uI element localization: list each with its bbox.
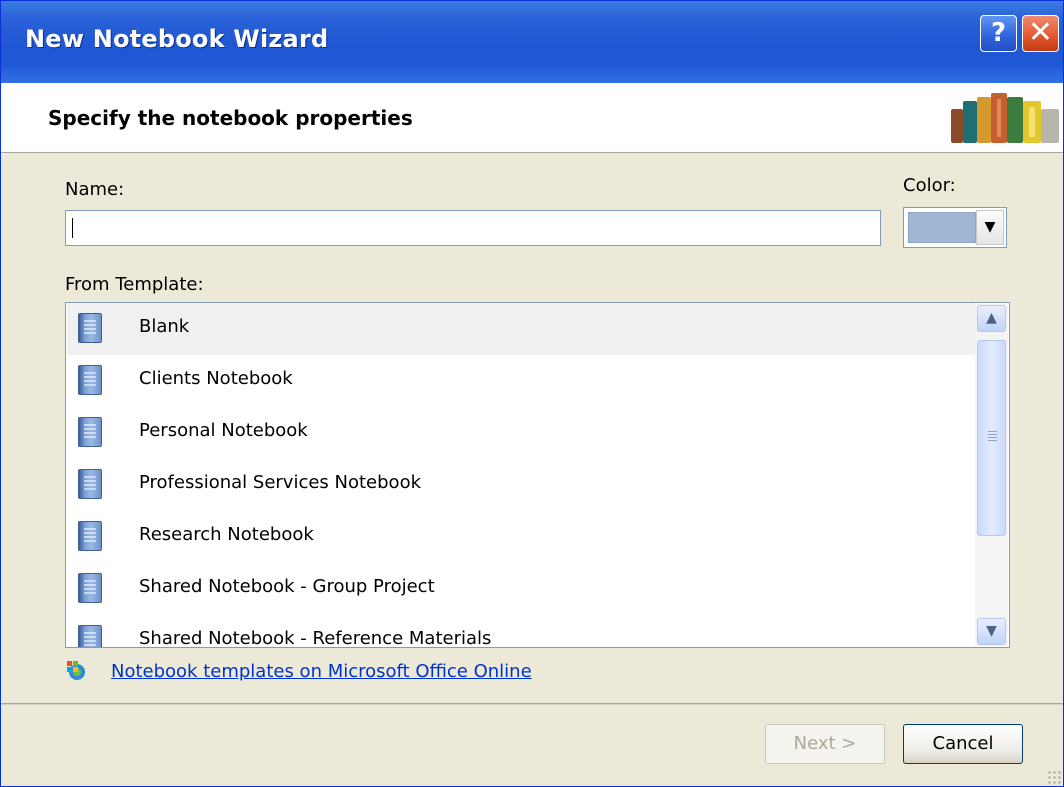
footer-separator [1, 703, 1063, 705]
new-notebook-wizard-window: New Notebook Wizard ? ✕ Specify the note… [0, 0, 1064, 787]
template-item-shared-reference[interactable]: Shared Notebook - Reference Materials [67, 615, 975, 648]
scroll-down-button[interactable]: ▼ [977, 618, 1006, 645]
notebook-icon [78, 417, 102, 447]
color-swatch [908, 212, 976, 243]
notebook-icon [78, 521, 102, 551]
template-list-scrollbar[interactable]: ▲ ▼ [975, 304, 1008, 646]
color-picker[interactable]: ▼ [903, 207, 1007, 248]
notebook-icon [78, 313, 102, 343]
scroll-grip-icon [988, 431, 997, 443]
template-item-label: Personal Notebook [139, 420, 308, 441]
template-item-professional-services[interactable]: Professional Services Notebook [67, 459, 975, 511]
notebook-icon [78, 573, 102, 603]
template-item-research[interactable]: Research Notebook [67, 511, 975, 563]
template-item-label: Clients Notebook [139, 368, 293, 389]
office-online-templates-link[interactable]: Notebook templates on Microsoft Office O… [111, 661, 532, 682]
name-label: Name: [65, 179, 125, 200]
books-icon [951, 93, 1059, 143]
resize-grip-icon[interactable] [1047, 770, 1061, 784]
wizard-header: Specify the notebook properties [1, 83, 1063, 153]
template-item-personal[interactable]: Personal Notebook [67, 407, 975, 459]
scroll-thumb[interactable] [977, 340, 1006, 536]
template-item-shared-group[interactable]: Shared Notebook - Group Project [67, 563, 975, 615]
template-item-label: Blank [139, 316, 190, 337]
office-online-icon [67, 661, 85, 680]
notebook-icon [78, 469, 102, 499]
cancel-button[interactable]: Cancel [903, 724, 1023, 764]
template-item-label: Shared Notebook - Group Project [139, 576, 435, 597]
notebook-icon [78, 365, 102, 395]
text-caret [72, 218, 73, 238]
help-button[interactable]: ? [980, 15, 1017, 52]
color-dropdown-button[interactable]: ▼ [976, 210, 1004, 245]
template-item-label: Professional Services Notebook [139, 472, 422, 493]
color-label: Color: [903, 175, 956, 196]
name-input[interactable] [65, 210, 881, 246]
notebook-icon [78, 625, 102, 647]
scroll-up-button[interactable]: ▲ [977, 305, 1006, 332]
template-item-clients[interactable]: Clients Notebook [67, 355, 975, 407]
template-item-label: Shared Notebook - Reference Materials [139, 628, 492, 648]
template-list[interactable]: Blank Clients Notebook Personal Notebook… [65, 302, 1010, 648]
header-title: Specify the notebook properties [48, 106, 413, 130]
template-item-label: Research Notebook [139, 524, 314, 545]
template-label: From Template: [65, 274, 204, 295]
title-bar[interactable]: New Notebook Wizard ? ✕ [1, 1, 1063, 84]
close-button[interactable]: ✕ [1022, 15, 1059, 52]
window-title: New Notebook Wizard [25, 25, 329, 53]
template-item-blank[interactable]: Blank [67, 303, 975, 355]
next-button[interactable]: Next > [765, 724, 885, 764]
